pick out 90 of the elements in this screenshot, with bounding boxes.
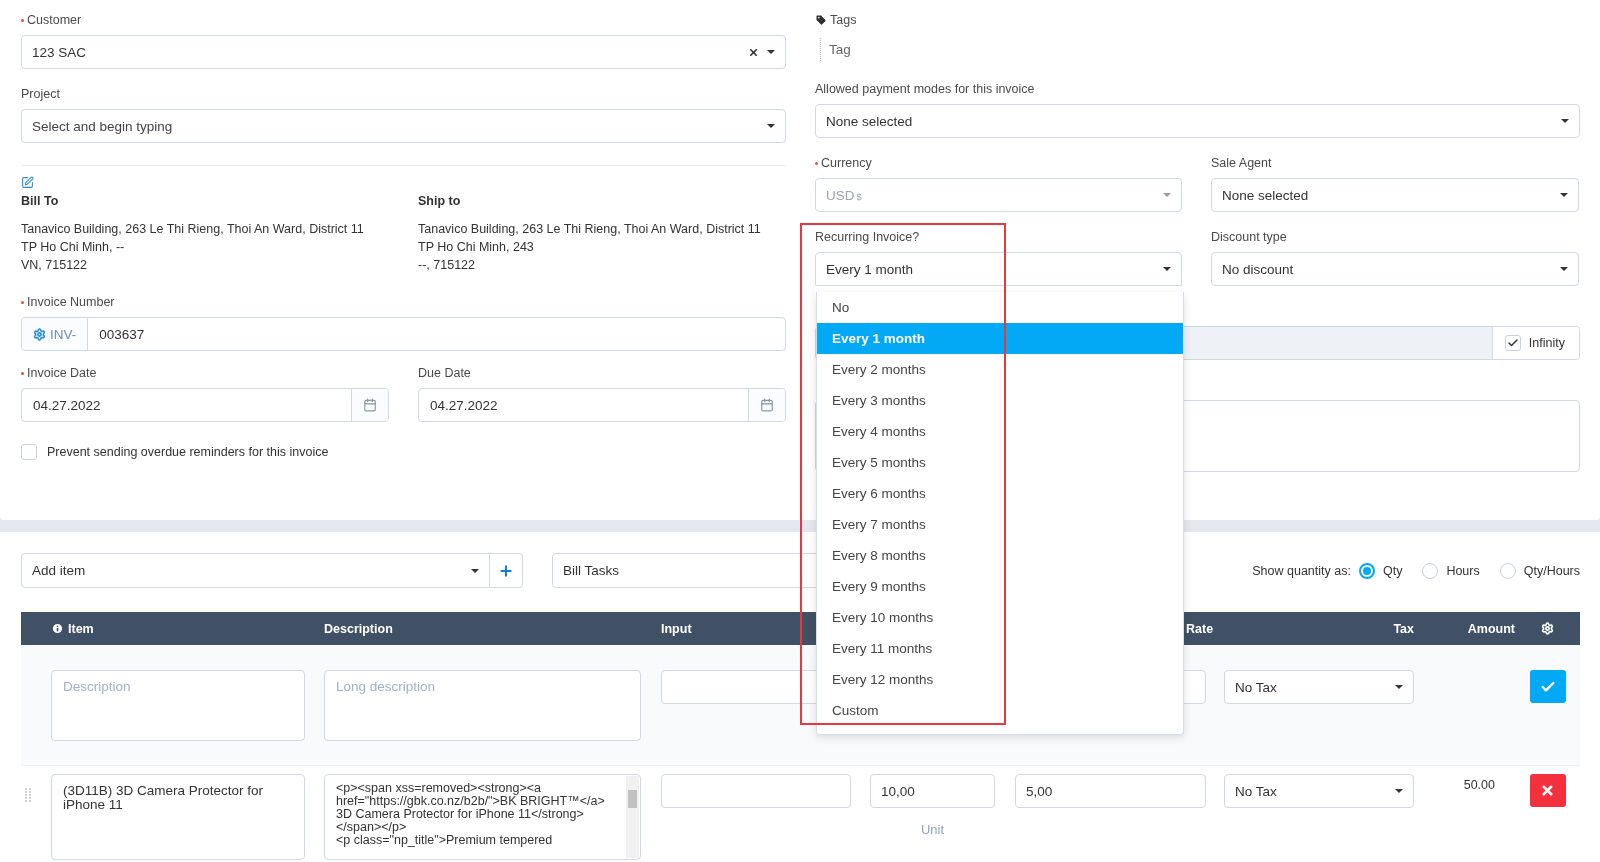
plus-icon (498, 562, 514, 579)
column-header: Amount (1467, 621, 1515, 636)
caret-icon (471, 568, 479, 573)
radio-button[interactable] (1358, 562, 1375, 579)
settings-icon[interactable] (33, 327, 46, 341)
amount-text: 50.00 (1463, 778, 1496, 792)
column-header: Item (68, 621, 94, 636)
item-field[interactable]: (3D11B) 3D Camera Protector for iPhone 11 (51, 774, 305, 860)
caret-icon (1560, 193, 1568, 197)
tag-icon (815, 14, 827, 26)
caret-icon (1561, 119, 1569, 123)
field-label: Tags (830, 13, 857, 27)
radio-label: Qty/Hours (1523, 563, 1580, 578)
rate-field[interactable]: 5,00 (1015, 774, 1206, 808)
field-label: Recurring Invoice? (815, 230, 920, 244)
field-label: Customer (27, 13, 82, 27)
caret-icon (1560, 267, 1568, 271)
dropdown-option[interactable]: Every 12 months (817, 664, 1183, 695)
calendar-icon[interactable] (363, 398, 377, 412)
dropdown-option[interactable]: Every 3 months (817, 385, 1183, 416)
info-icon (51, 622, 64, 635)
address-line: Tanavico Building, 263 Le Thi Rieng, Thoi An Ward, District 11 (418, 221, 762, 238)
scrollbar[interactable] (626, 776, 639, 858)
caret-icon (1395, 789, 1403, 793)
field-label: Currency (821, 156, 872, 170)
clear-icon[interactable] (748, 46, 759, 58)
caret-icon (1163, 267, 1171, 271)
invoice-prefix: INV- (50, 326, 77, 342)
long-description-field[interactable]: <p><span xss=removed><strong><a href="https://gbk.co.nz/b2b/">BK BRIGHT™</a> 3D Camera Protector for iPhone 11</strong></span></p> <p class="np_title">Premium tempered (324, 774, 641, 860)
caret-icon (1395, 685, 1403, 689)
dropdown-option[interactable]: Every 6 months (817, 478, 1183, 509)
field-label: Due Date (418, 366, 471, 380)
dropdown-option[interactable]: Every 10 months (817, 602, 1183, 633)
confirm-button[interactable] (1529, 670, 1566, 703)
close-icon (1540, 783, 1555, 798)
field-label: Allowed payment modes for this invoice (815, 82, 1035, 96)
date-field[interactable]: 04.27.2022 (418, 388, 786, 422)
dropdown-option[interactable]: Custom (817, 695, 1183, 726)
tax-select[interactable]: No Tax (1224, 670, 1414, 704)
field-label: Invoice Date (27, 366, 97, 380)
caret-icon (767, 124, 775, 128)
sale-agent-select[interactable]: None selected (1211, 178, 1579, 212)
invoice-number-field[interactable]: INV- 003637 (21, 317, 786, 351)
recurring-select[interactable]: Every 1 month (815, 252, 1182, 286)
column-header: Rate (1186, 621, 1214, 636)
address-line: VN, 715122 (21, 257, 89, 274)
checkbox[interactable] (21, 444, 37, 460)
description-text: <p><span xss=removed><strong><a href="https://gbk.co.nz/b2b/">BK BRIGHT™</a> 3D Camera Protector for iPhone 11</strong></span></p> <p class="np_title">Premium tempered (336, 781, 606, 847)
field-label: Invoice Number (27, 295, 115, 309)
checkbox-label: Prevent sending overdue reminders for this invoice (47, 445, 329, 459)
dropdown-option[interactable]: Every 7 months (817, 509, 1183, 540)
caret-icon (767, 50, 775, 54)
date-field[interactable]: 04.27.2022 (21, 388, 389, 422)
payment-modes-select[interactable]: None selected (815, 104, 1580, 138)
checkbox-label: Infinity (1528, 336, 1565, 350)
delete-button[interactable] (1529, 774, 1566, 807)
quantity-field[interactable]: 10,00 (870, 774, 995, 808)
field-label: Discount type (1211, 230, 1287, 244)
dropdown-option[interactable]: Every 11 months (817, 633, 1183, 664)
project-select[interactable]: Select and begin typing (21, 109, 786, 143)
dropdown-option[interactable]: Every 5 months (817, 447, 1183, 478)
column-header: Description (324, 621, 393, 636)
address-line: Tanavico Building, 263 Le Thi Rieng, Thoi An Ward, District 11 (21, 221, 365, 238)
column-header: Tax (1393, 621, 1414, 636)
address-line: TP Ho Chi Minh, 243 (418, 239, 535, 256)
address-title: Ship to (418, 194, 462, 208)
quantity-label: Show quantity as: (1252, 563, 1351, 578)
address-line: TP Ho Chi Minh, -- (21, 239, 126, 256)
field-label: Sale Agent (1211, 156, 1272, 170)
edit-icon[interactable] (21, 176, 34, 189)
field-label: Project (21, 87, 60, 101)
dropdown-option[interactable]: No (817, 292, 1183, 323)
radio-label: Qty (1382, 563, 1403, 578)
tax-select[interactable]: No Tax (1224, 774, 1414, 808)
column-header: Input (661, 621, 692, 636)
dropdown-option[interactable]: Every 4 months (817, 416, 1183, 447)
address-line: --, 715122 (418, 257, 476, 274)
checkbox[interactable] (1504, 335, 1521, 351)
input-field[interactable] (661, 774, 851, 808)
discount-type-select[interactable]: No discount (1211, 252, 1579, 286)
calendar-icon[interactable] (760, 398, 774, 412)
address-title: Bill To (21, 194, 60, 208)
caret-icon (1163, 193, 1171, 197)
check-icon (1506, 337, 1519, 349)
add-item-select[interactable]: Add item (21, 553, 490, 588)
add-button[interactable] (490, 553, 523, 588)
customer-select[interactable]: 123 SAC (21, 35, 786, 69)
drag-handle-icon[interactable] (25, 788, 33, 802)
radio-label: Hours (1446, 563, 1480, 578)
tag-input[interactable]: Tag (820, 38, 859, 61)
